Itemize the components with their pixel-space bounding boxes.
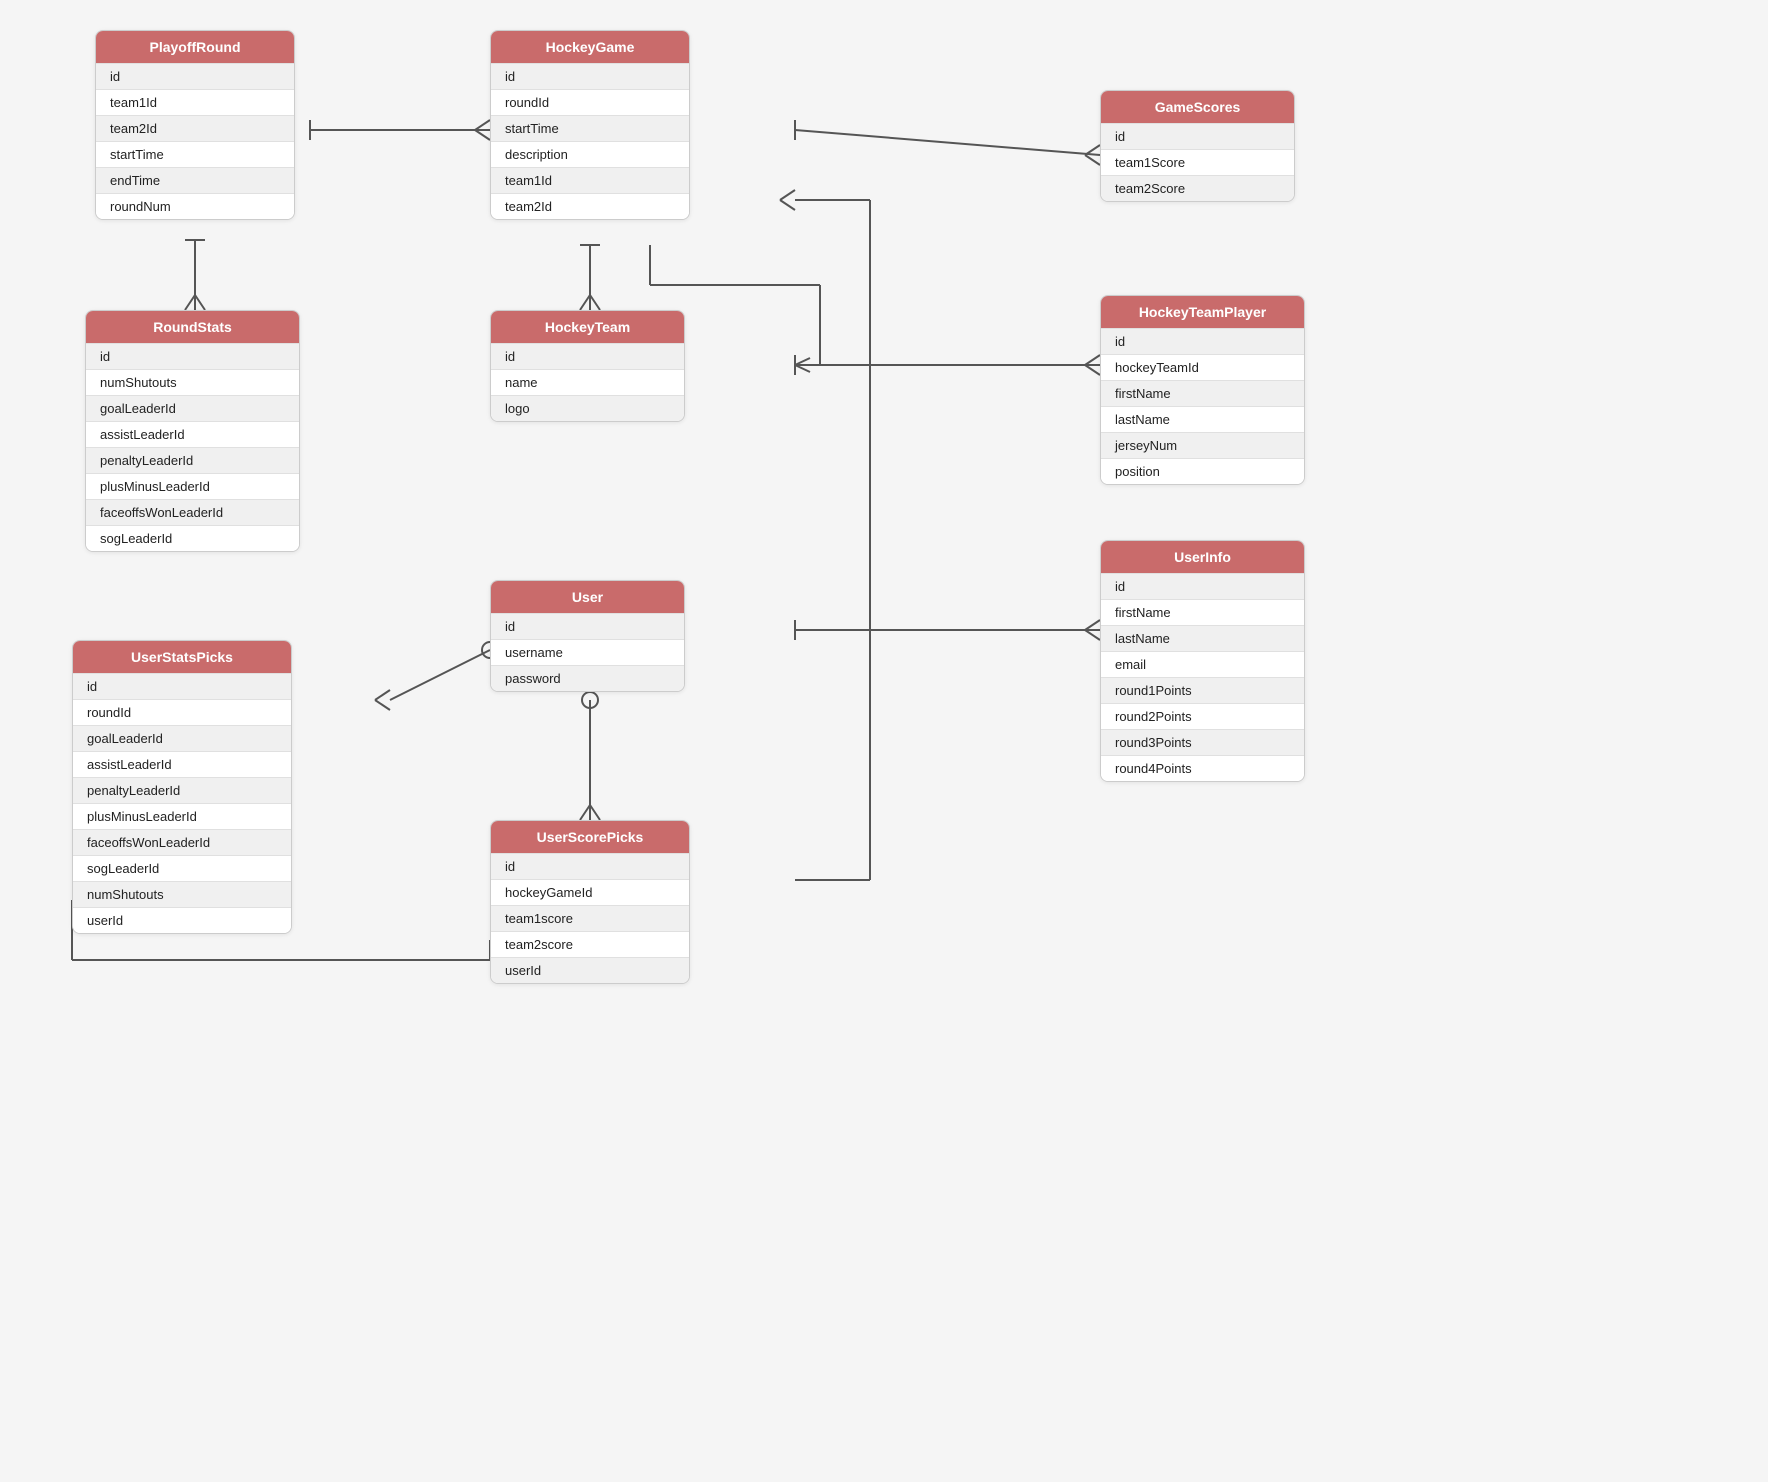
field-row: id	[96, 63, 294, 89]
field-row: name	[491, 369, 684, 395]
field-row: startTime	[96, 141, 294, 167]
field-row: assistLeaderId	[73, 751, 291, 777]
field-row: id	[73, 673, 291, 699]
field-row: numShutouts	[73, 881, 291, 907]
field-row: round3Points	[1101, 729, 1304, 755]
field-row: penaltyLeaderId	[73, 777, 291, 803]
field-row: faceoffsWonLeaderId	[73, 829, 291, 855]
field-row: round1Points	[1101, 677, 1304, 703]
field-row: team2Id	[96, 115, 294, 141]
field-row: id	[491, 343, 684, 369]
entity-playoff-round-header: PlayoffRound	[96, 31, 294, 63]
field-row: logo	[491, 395, 684, 421]
entity-user-score-picks: UserScorePicks id hockeyGameId team1scor…	[490, 820, 690, 984]
field-row: faceoffsWonLeaderId	[86, 499, 299, 525]
field-row: team1Score	[1101, 149, 1294, 175]
field-row: goalLeaderId	[86, 395, 299, 421]
entity-user-stats-picks-header: UserStatsPicks	[73, 641, 291, 673]
field-row: userId	[73, 907, 291, 933]
field-row: lastName	[1101, 625, 1304, 651]
field-row: startTime	[491, 115, 689, 141]
field-row: team1score	[491, 905, 689, 931]
entity-hockey-team-player: HockeyTeamPlayer id hockeyTeamId firstNa…	[1100, 295, 1305, 485]
entity-round-stats-header: RoundStats	[86, 311, 299, 343]
field-row: firstName	[1101, 380, 1304, 406]
entity-user-score-picks-header: UserScorePicks	[491, 821, 689, 853]
field-row: team2score	[491, 931, 689, 957]
entity-user-stats-picks: UserStatsPicks id roundId goalLeaderId a…	[72, 640, 292, 934]
field-row: hockeyTeamId	[1101, 354, 1304, 380]
field-row: plusMinusLeaderId	[86, 473, 299, 499]
field-row: id	[1101, 328, 1304, 354]
entity-playoff-round: PlayoffRound id team1Id team2Id startTim…	[95, 30, 295, 220]
field-row: roundId	[491, 89, 689, 115]
field-row: team1Id	[96, 89, 294, 115]
field-row: firstName	[1101, 599, 1304, 625]
field-row: jerseyNum	[1101, 432, 1304, 458]
entity-hockey-game-header: HockeyGame	[491, 31, 689, 63]
entity-game-scores: GameScores id team1Score team2Score	[1100, 90, 1295, 202]
entity-user-header: User	[491, 581, 684, 613]
field-row: sogLeaderId	[86, 525, 299, 551]
field-row: roundNum	[96, 193, 294, 219]
entity-round-stats: RoundStats id numShutouts goalLeaderId a…	[85, 310, 300, 552]
entity-hockey-team-header: HockeyTeam	[491, 311, 684, 343]
field-row: numShutouts	[86, 369, 299, 395]
field-row: roundId	[73, 699, 291, 725]
field-row: team2Id	[491, 193, 689, 219]
entity-user-info-header: UserInfo	[1101, 541, 1304, 573]
field-row: assistLeaderId	[86, 421, 299, 447]
field-row: password	[491, 665, 684, 691]
field-row: id	[1101, 573, 1304, 599]
field-row: description	[491, 141, 689, 167]
field-row: id	[491, 63, 689, 89]
entity-game-scores-header: GameScores	[1101, 91, 1294, 123]
field-row: round2Points	[1101, 703, 1304, 729]
field-row: team2Score	[1101, 175, 1294, 201]
field-row: id	[491, 613, 684, 639]
field-row: round4Points	[1101, 755, 1304, 781]
field-row: team1Id	[491, 167, 689, 193]
field-row: hockeyGameId	[491, 879, 689, 905]
field-row: username	[491, 639, 684, 665]
entity-user-info: UserInfo id firstName lastName email rou…	[1100, 540, 1305, 782]
entity-hockey-team: HockeyTeam id name logo	[490, 310, 685, 422]
field-row: userId	[491, 957, 689, 983]
field-row: lastName	[1101, 406, 1304, 432]
field-row: plusMinusLeaderId	[73, 803, 291, 829]
field-row: sogLeaderId	[73, 855, 291, 881]
field-row: id	[86, 343, 299, 369]
field-row: id	[491, 853, 689, 879]
entity-user: User id username password	[490, 580, 685, 692]
field-row: endTime	[96, 167, 294, 193]
field-row: goalLeaderId	[73, 725, 291, 751]
entity-hockey-game: HockeyGame id roundId startTime descript…	[490, 30, 690, 220]
field-row: id	[1101, 123, 1294, 149]
field-row: email	[1101, 651, 1304, 677]
diagram-canvas: PlayoffRound id team1Id team2Id startTim…	[0, 0, 1768, 1482]
entity-hockey-team-player-header: HockeyTeamPlayer	[1101, 296, 1304, 328]
field-row: position	[1101, 458, 1304, 484]
field-row: penaltyLeaderId	[86, 447, 299, 473]
